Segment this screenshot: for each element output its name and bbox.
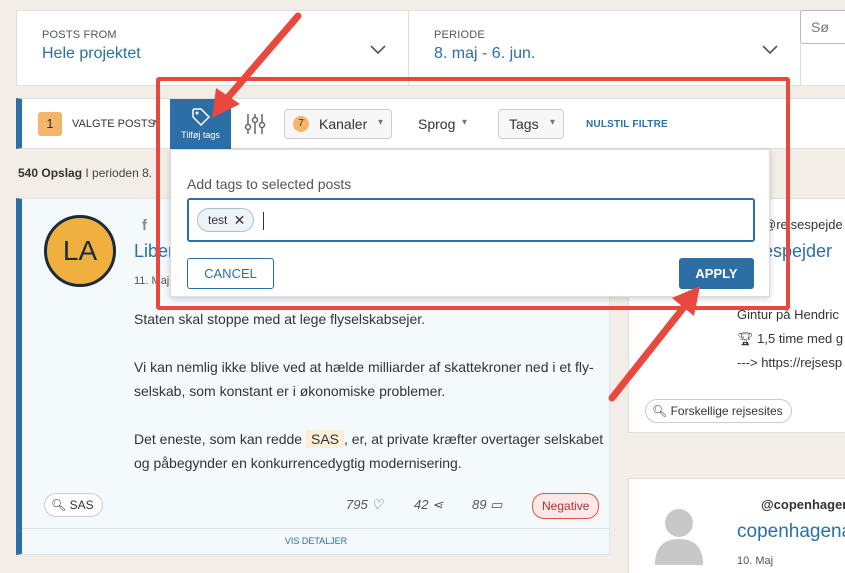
likes-count: 795 ♡ bbox=[346, 497, 383, 512]
shares-count: 42 ⋖ bbox=[414, 497, 443, 512]
share-icon: ⋖ bbox=[432, 497, 443, 512]
posts-from-value: Hele projektet bbox=[42, 45, 141, 62]
post-line: 🏆︎ 1,5 time med g bbox=[737, 331, 844, 346]
post-card[interactable]: @copenhager copenhagena 10. Maj bbox=[628, 478, 845, 573]
post-tag-chip[interactable]: 🔍︎ SAS bbox=[44, 493, 103, 517]
trophy-icon: 🏆︎ bbox=[737, 331, 754, 346]
selected-posts-label[interactable]: VALGTE POSTS bbox=[72, 118, 155, 130]
post-body: Staten skal stoppe med at lege flyselska… bbox=[134, 307, 604, 499]
post-tag-label: SAS bbox=[69, 498, 94, 512]
facebook-icon: f bbox=[142, 217, 147, 234]
period-label: PERIODE bbox=[434, 29, 485, 41]
top-filter-bar: POSTS FROM Hele projektet PERIODE 8. maj… bbox=[16, 10, 845, 86]
heart-icon: ♡ bbox=[371, 497, 383, 512]
period-value: 8. maj - 6. jun. bbox=[434, 45, 536, 62]
post-paragraph: Det eneste, som kan redde SAS, er, at pr… bbox=[134, 430, 604, 471]
search-icon: 🔍︎ bbox=[51, 498, 67, 512]
post-tag-chip[interactable]: 🔍︎ Forskellige rejsesites bbox=[645, 399, 792, 423]
post-paragraph: Staten skal stoppe med at lege flyselska… bbox=[134, 311, 426, 327]
results-summary: 540 Opslag I perioden 8. bbox=[18, 166, 152, 180]
sentiment-badge[interactable]: Negative bbox=[532, 493, 600, 519]
chevron-down-icon bbox=[370, 45, 386, 55]
results-period: I perioden 8. bbox=[85, 166, 153, 180]
comments-count: 89 ▭ bbox=[472, 497, 503, 512]
avatar: LA bbox=[44, 215, 116, 287]
post-author[interactable]: copenhagena bbox=[737, 521, 845, 543]
post-date: 10. Maj bbox=[737, 555, 774, 567]
view-details-link[interactable]: VIS DETALJER bbox=[22, 528, 610, 554]
comment-icon: ▭ bbox=[490, 497, 503, 512]
keyword-highlight: SAS bbox=[306, 430, 345, 448]
posts-from-label: POSTS FROM bbox=[42, 29, 117, 41]
search-icon: 🔍︎ bbox=[652, 404, 668, 418]
annotation-frame bbox=[156, 77, 790, 310]
chevron-down-icon bbox=[762, 45, 778, 55]
default-avatar-icon bbox=[655, 509, 703, 565]
posts-from-filter[interactable]: POSTS FROM Hele projektet bbox=[17, 11, 409, 85]
post-handle: @copenhager bbox=[761, 497, 845, 512]
period-filter[interactable]: PERIODE 8. maj - 6. jun. bbox=[409, 11, 801, 85]
search-input[interactable]: Sø bbox=[800, 10, 845, 44]
selected-count-badge: 1 bbox=[38, 112, 62, 136]
post-line: ---> https://rejsesp bbox=[737, 355, 843, 370]
post-paragraph: Vi kan nemlig ikke blive ved at hælde mi… bbox=[134, 359, 594, 399]
results-count: 540 Opslag bbox=[18, 166, 83, 180]
